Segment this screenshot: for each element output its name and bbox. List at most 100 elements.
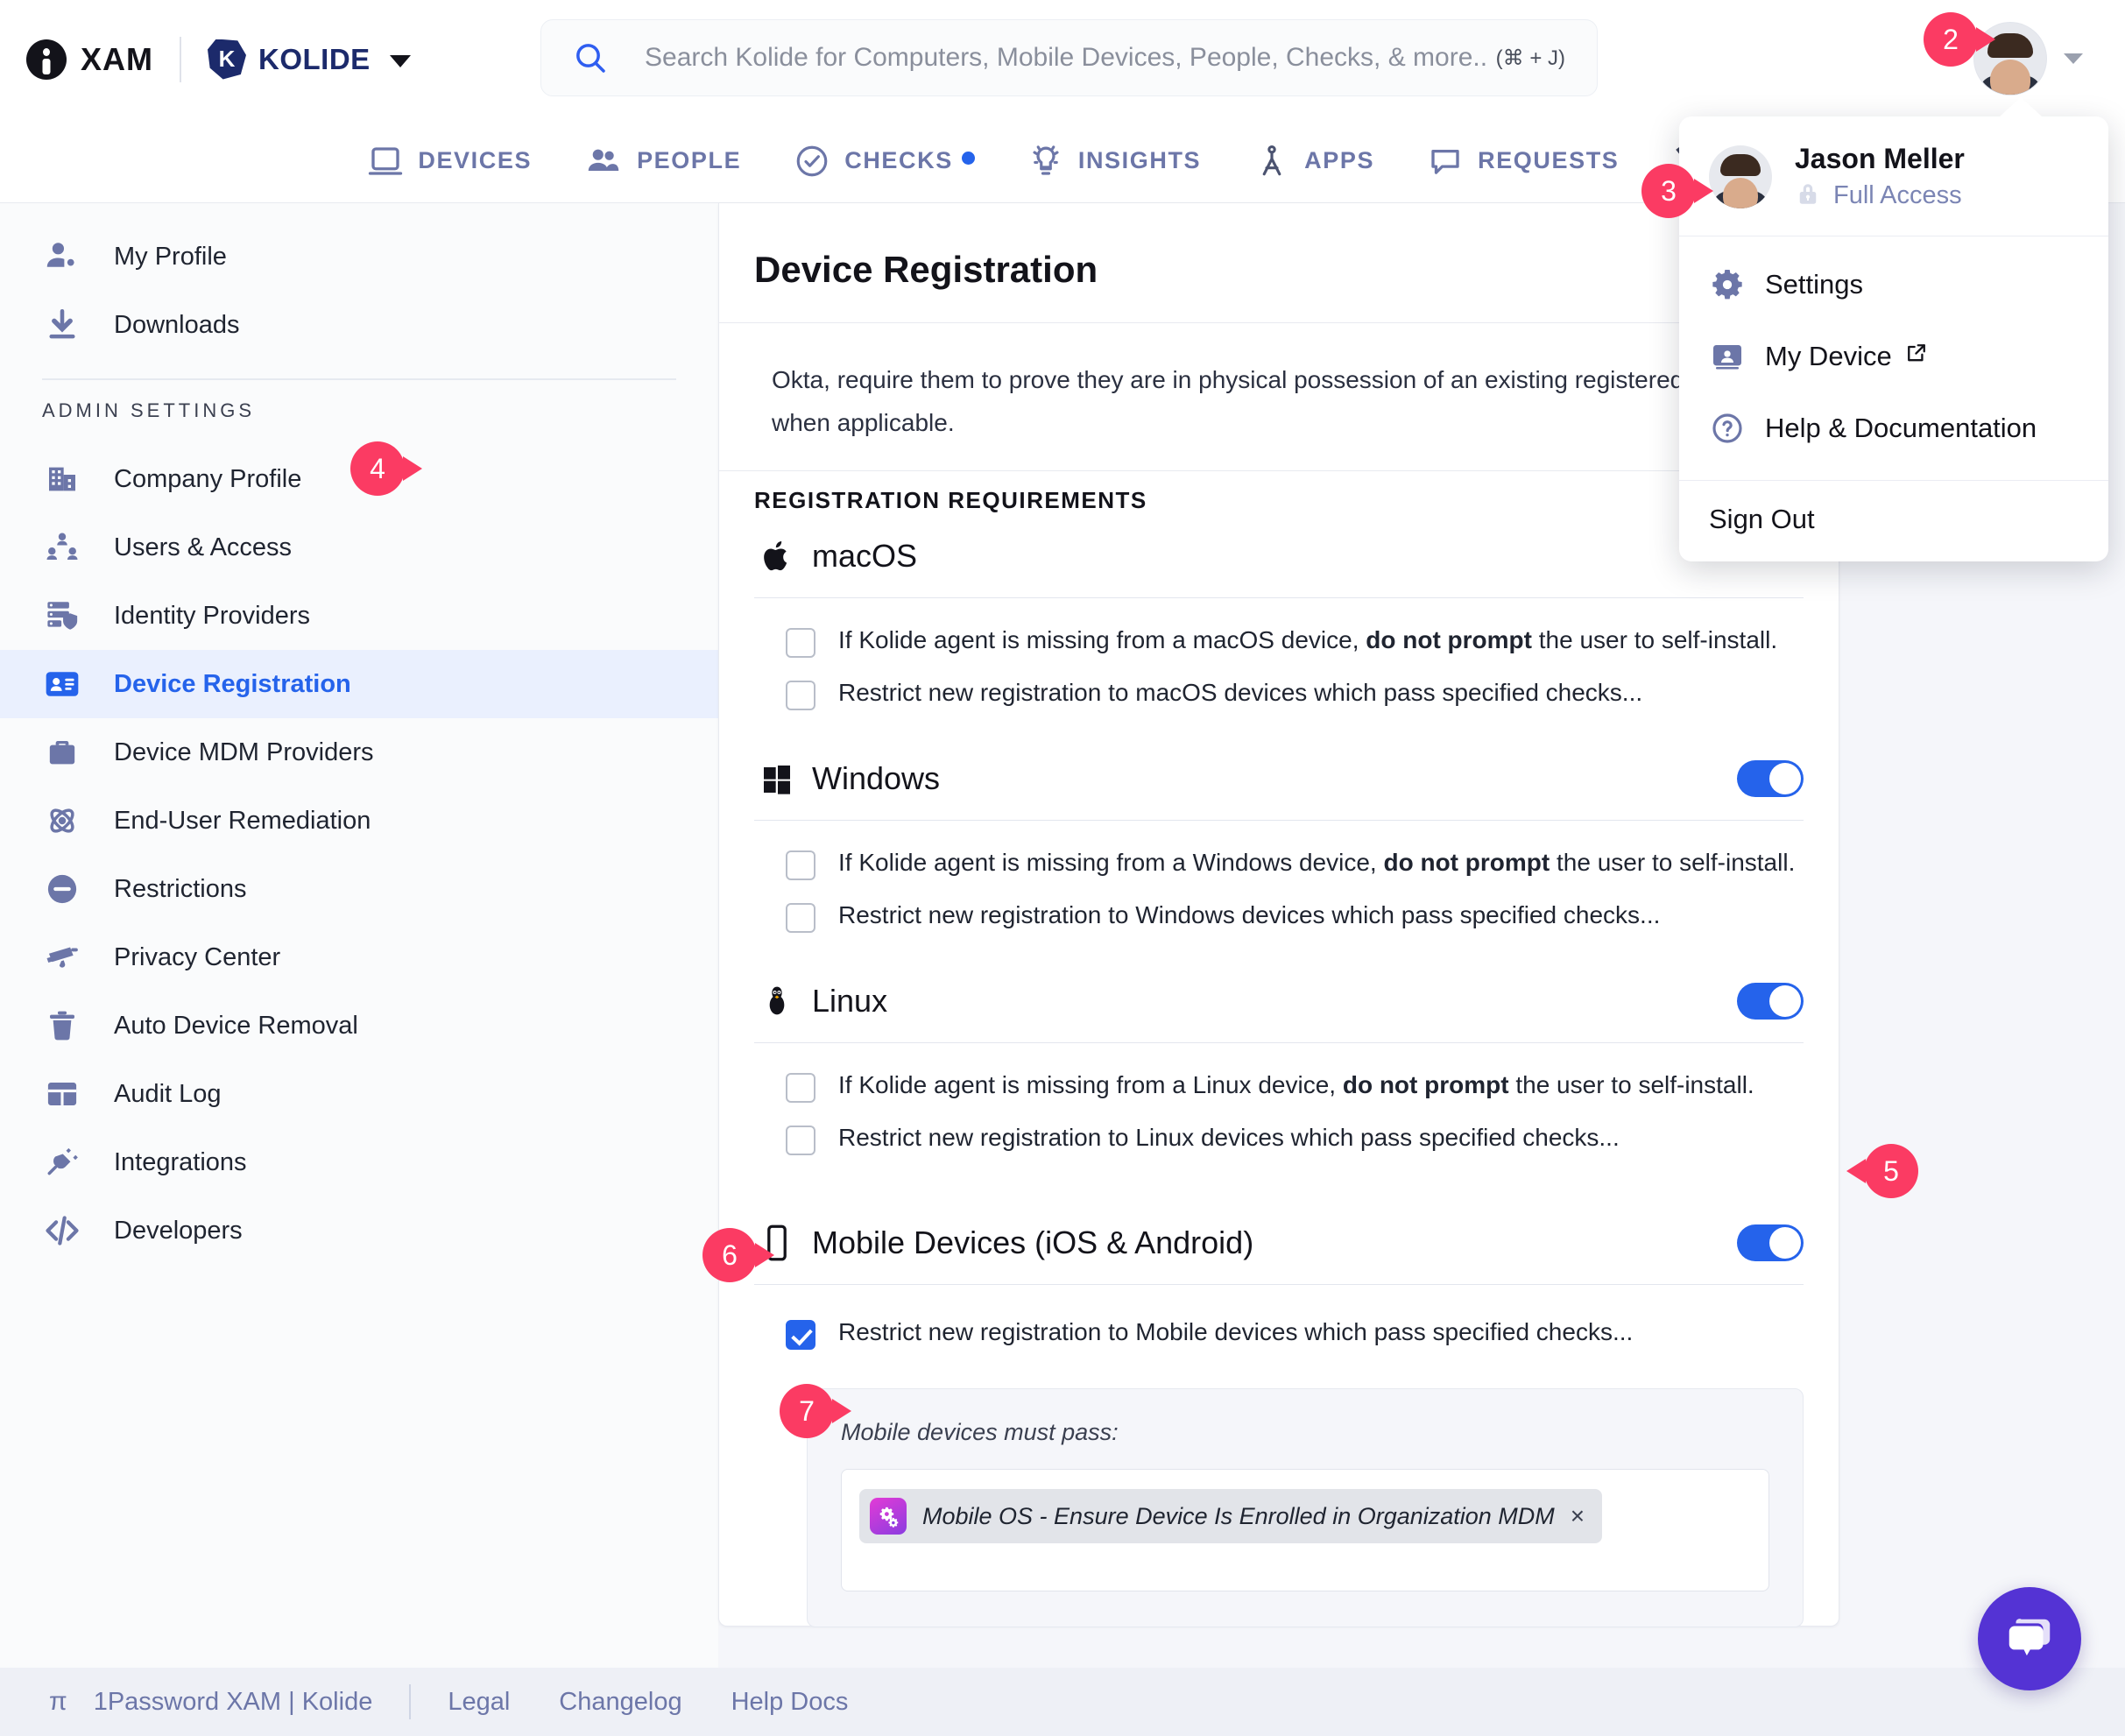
users-icon [42, 527, 82, 568]
search-input[interactable]: Search Kolide for Computers, Mobile Devi… [540, 19, 1598, 96]
sidebar-item-device-registration[interactable]: Device Registration [0, 650, 718, 718]
checkbox-row[interactable]: If Kolide agent is missing from a Window… [754, 821, 1804, 880]
checkbox-row[interactable]: Restrict new registration to Windows dev… [754, 880, 1804, 938]
product-name: KOLIDE [258, 42, 371, 75]
sidebar-item-label: Developers [114, 1216, 243, 1245]
sidebar-item-my-profile[interactable]: My Profile [0, 222, 718, 291]
checks-notification-dot [961, 151, 975, 165]
footer: π 1Password XAM | Kolide Legal Changelog… [0, 1668, 2125, 1736]
toggle-linux[interactable] [1737, 982, 1804, 1020]
windows-icon [754, 761, 800, 796]
lock-icon [1795, 180, 1821, 211]
dropdown-item-label: Help & Documentation [1765, 413, 2037, 443]
kolide-mark-icon [208, 39, 246, 80]
page-description: Okta, require them to prove they are in … [719, 323, 1839, 470]
external-link-icon [1904, 341, 1929, 372]
laptop-icon [369, 146, 403, 175]
checks-token-input[interactable]: Mobile OS - Ensure Device Is Enrolled in… [841, 1469, 1769, 1591]
checkbox-row[interactable]: If Kolide agent is missing from a macOS … [754, 598, 1804, 658]
sidebar-item-label: My Profile [114, 242, 227, 271]
nav-item-requests[interactable]: REQUESTS [1401, 143, 1645, 180]
toggle-mobile[interactable] [1737, 1224, 1804, 1261]
sidebar-item-label: Device MDM Providers [114, 737, 374, 766]
avatar [1709, 145, 1772, 208]
footer-link-changelog[interactable]: Changelog [559, 1688, 681, 1717]
sidebar-item-label: Users & Access [114, 533, 293, 561]
sidebar-item-label: Identity Providers [114, 601, 311, 630]
checkbox-macos-restrict[interactable] [786, 681, 815, 710]
sidebar-item-users-access[interactable]: Users & Access [0, 513, 718, 582]
sidebar-item-label: Restrictions [114, 874, 247, 903]
os-sections: macOS If Kolide agent is missing from a … [719, 514, 1839, 1350]
checkbox-row[interactable]: Restrict new registration to Mobile devi… [754, 1285, 1804, 1350]
nav-item-insights[interactable]: INSIGHTS [1001, 143, 1227, 180]
os-section-header-windows: Windows [754, 737, 1804, 821]
nav-item-checks[interactable]: CHECKS [767, 143, 1001, 180]
dropdown-item-my-device[interactable]: My Device [1679, 321, 2108, 392]
sidebar-item-integrations[interactable]: Integrations [0, 1128, 718, 1196]
nav-item-people[interactable]: PEOPLE [558, 142, 767, 180]
annotation-badge-6: 6 [702, 1228, 757, 1282]
nav-item-apps[interactable]: APPS [1227, 143, 1401, 180]
sign-out-button[interactable]: Sign Out [1679, 481, 2108, 561]
download-icon [42, 305, 82, 345]
os-section-header-mobile: Mobile Devices (iOS & Android) [754, 1201, 1804, 1285]
footer-link-legal[interactable]: Legal [448, 1688, 510, 1717]
chevron-down-icon[interactable] [2064, 53, 2083, 64]
sidebar-item-privacy-center[interactable]: Privacy Center [0, 923, 718, 991]
vault-label: 1Password XAM | Kolide [93, 1687, 373, 1716]
close-icon[interactable]: × [1571, 1502, 1585, 1530]
device-registration-card: Device Registration Okta, require them t… [718, 203, 1839, 1627]
nav-label: CHECKS [844, 147, 953, 173]
dropdown-item-help-documentation[interactable]: Help & Documentation [1679, 392, 2108, 464]
plug-icon [42, 1142, 82, 1182]
org-mark-icon [26, 39, 67, 80]
user-role: Full Access [1795, 180, 1965, 211]
sidebar-item-end-user-remediation[interactable]: End-User Remediation [0, 787, 718, 855]
sidebar-item-audit-log[interactable]: Audit Log [0, 1060, 718, 1128]
people-icon [588, 149, 619, 171]
checkbox-row[interactable]: Restrict new registration to Linux devic… [754, 1103, 1804, 1161]
nav-label: DEVICES [418, 147, 533, 173]
checkbox-windows-no-prompt[interactable] [786, 850, 815, 880]
footer-link-help-docs[interactable]: Help Docs [731, 1688, 849, 1717]
sidebar-item-identity-providers[interactable]: Identity Providers [0, 582, 718, 650]
toggle-windows[interactable] [1737, 759, 1804, 797]
search-shortcut: (⌘ + J) [1495, 46, 1565, 70]
table-icon [42, 1074, 82, 1114]
onepassword-icon: π [49, 1687, 67, 1716]
checkbox-row[interactable]: Restrict new registration to macOS devic… [754, 658, 1804, 716]
nav-item-devices[interactable]: DEVICES [341, 143, 558, 180]
checkbox-label: Restrict new registration to Windows dev… [838, 901, 1661, 928]
chat-support-button[interactable] [1978, 1587, 2081, 1690]
sidebar-item-downloads[interactable]: Downloads [0, 291, 718, 359]
sidebar-item-restrictions[interactable]: Restrictions [0, 855, 718, 923]
password-manager-item[interactable]: π 1Password XAM | Kolide [49, 1687, 372, 1717]
building-icon [42, 459, 82, 499]
footer-links: Legal Changelog Help Docs [448, 1688, 848, 1717]
briefcase-icon [42, 732, 82, 773]
sidebar-divider [42, 378, 676, 380]
sidebar-item-label: Company Profile [114, 464, 302, 493]
must-pass-label: Mobile devices must pass: [841, 1419, 1119, 1445]
checkbox-linux-restrict[interactable] [786, 1126, 815, 1155]
product-logo[interactable]: KOLIDE [208, 39, 371, 80]
nav-label: PEOPLE [637, 147, 742, 173]
checkbox-macos-no-prompt[interactable] [786, 628, 815, 658]
sidebar-item-device-mdm-providers[interactable]: Device MDM Providers [0, 718, 718, 787]
checkbox-mobile-restrict[interactable] [786, 1320, 815, 1350]
search-icon [573, 40, 608, 75]
checkbox-label: Restrict new registration to Linux devic… [838, 1124, 1620, 1151]
dropdown-item-settings[interactable]: Settings [1679, 249, 2108, 321]
page-title: Device Registration [754, 249, 1098, 290]
checkbox-row[interactable]: If Kolide agent is missing from a Linux … [754, 1043, 1804, 1103]
sidebar-item-developers[interactable]: Developers [0, 1196, 718, 1265]
chevron-down-icon[interactable] [389, 54, 411, 67]
annotation-badge-7: 7 [780, 1384, 834, 1438]
nav-label: REQUESTS [1478, 147, 1620, 173]
checkbox-linux-no-prompt[interactable] [786, 1073, 815, 1103]
checkbox-windows-restrict[interactable] [786, 903, 815, 933]
sidebar-item-auto-device-removal[interactable]: Auto Device Removal [0, 991, 718, 1060]
org-logo[interactable]: XAM [26, 39, 153, 80]
check-token[interactable]: Mobile OS - Ensure Device Is Enrolled in… [859, 1489, 1603, 1543]
